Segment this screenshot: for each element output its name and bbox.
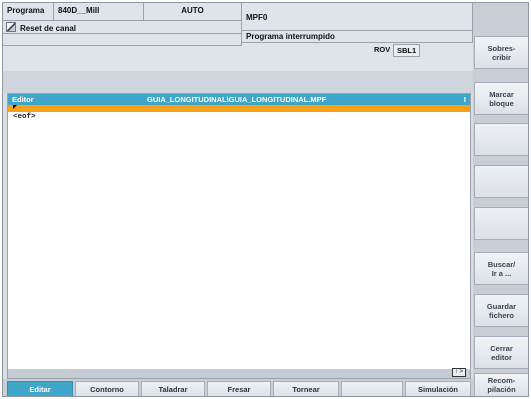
- softkey-tornear[interactable]: Tornear: [273, 381, 339, 396]
- editor-file-path: GUIA_LONGITUDINAL\GUIA_LONGITUDINAL.MPF: [147, 95, 327, 104]
- sbl-badge: SBL1: [393, 44, 421, 57]
- softkey-editar[interactable]: Editar: [7, 381, 73, 396]
- softkey-empty-3[interactable]: [474, 123, 528, 156]
- cursor-marker-icon: [13, 105, 17, 109]
- machine-name: 840D__Mill: [54, 3, 144, 21]
- program-area-label: Programa: [3, 3, 54, 21]
- softkey-buscar[interactable]: Buscar/ Ir a ...: [474, 252, 528, 285]
- editor-title-bar: Editor GUIA_LONGITUDINAL\GUIA_LONGITUDIN…: [8, 94, 470, 105]
- cnc-screen: Programa 840D__Mill AUTO MPF0 Reset de c…: [2, 2, 529, 397]
- softkey-blank[interactable]: [341, 381, 403, 396]
- softkey-empty-5[interactable]: [474, 207, 528, 240]
- horizontal-softkey-bar: Editar Contorno Taladrar Fresar Tornear …: [3, 379, 473, 396]
- vertical-softkey-bar: Sobres- cribir Marcar bloque Buscar/ Ir …: [473, 3, 528, 396]
- softkey-sobrescribir[interactable]: Sobres- cribir: [474, 36, 528, 69]
- operating-mode: AUTO: [144, 3, 242, 21]
- softkey-empty-4[interactable]: [474, 165, 528, 198]
- softkey-taladrar[interactable]: Taladrar: [141, 381, 205, 396]
- softkey-recompilacion[interactable]: Recom- pilación: [474, 373, 528, 396]
- rov-badge: ROV: [374, 45, 391, 54]
- program-status: Programa interrumpido: [242, 31, 473, 43]
- editor-line-eof[interactable]: <eof>: [13, 113, 36, 121]
- program-file: MPF0: [242, 3, 473, 31]
- softkey-simulacion[interactable]: Simulación: [405, 381, 471, 396]
- softkey-contorno[interactable]: Contorno: [75, 381, 139, 396]
- channel-reset-text: Reset de canal: [20, 24, 77, 33]
- softkey-fresar[interactable]: Fresar: [207, 381, 271, 396]
- status-header: Programa 840D__Mill AUTO MPF0 Reset de c…: [3, 3, 473, 71]
- channel-state: Reset de canal: [3, 21, 242, 34]
- softkey-marcar-bloque[interactable]: Marcar bloque: [474, 82, 528, 115]
- program-editor[interactable]: Editor GUIA_LONGITUDINAL\GUIA_LONGITUDIN…: [7, 93, 471, 379]
- editor-footer: ↑ >: [8, 368, 470, 378]
- channel-reset-icon: [6, 22, 16, 32]
- page-indicator[interactable]: ↑ >: [451, 368, 466, 377]
- softkey-cerrar-editor[interactable]: Cerrar editor: [474, 336, 528, 369]
- softkey-guardar-fichero[interactable]: Guardar fichero: [474, 294, 528, 327]
- alarm-line: [3, 34, 242, 46]
- editor-title-label: Editor: [12, 95, 34, 104]
- editor-cursor-line[interactable]: [8, 105, 470, 112]
- header-divider: [3, 71, 473, 93]
- editor-title-flag: I: [463, 95, 466, 104]
